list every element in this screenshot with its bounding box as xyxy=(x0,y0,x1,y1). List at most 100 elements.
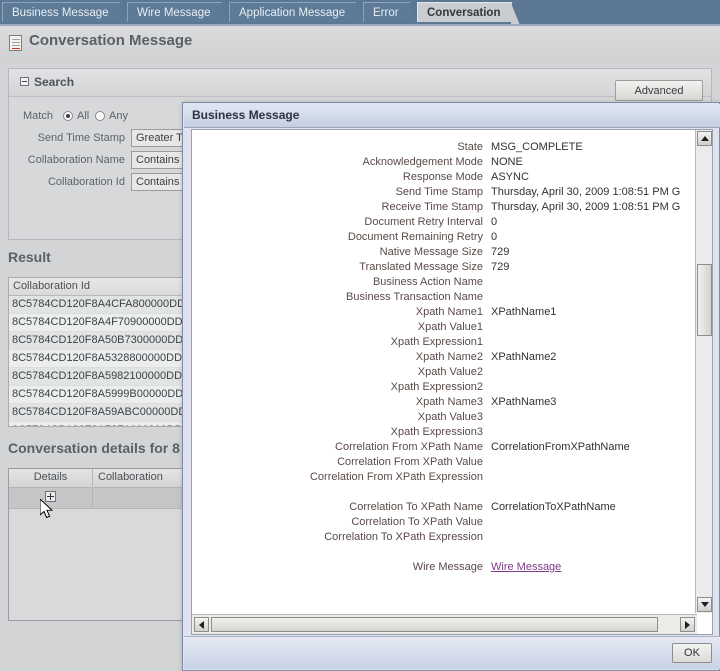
field-label: Xpath Value1 xyxy=(417,321,483,333)
field-value: XPathName1 xyxy=(491,306,557,318)
field-value: CorrelationToXPathName xyxy=(491,501,616,513)
field-label: Correlation From XPath Name xyxy=(335,441,483,453)
radio-any-label: Any xyxy=(109,110,128,122)
dialog-footer: OK xyxy=(184,636,720,669)
tab-label: Conversation xyxy=(427,7,501,19)
field-value: XPathName2 xyxy=(491,351,557,363)
field-label: Send Time Stamp xyxy=(395,186,483,198)
result-row[interactable]: 8C5784CD120F8A5982100000DDAA xyxy=(9,368,193,386)
table-row[interactable] xyxy=(9,488,193,509)
field-label: Translated Message Size xyxy=(359,261,483,273)
field-label: Xpath Expression2 xyxy=(390,381,483,393)
collapse-icon[interactable] xyxy=(20,77,29,86)
result-title: Result xyxy=(8,249,51,265)
match-label: Match xyxy=(23,110,53,122)
triangle-up-icon xyxy=(701,136,709,141)
field-value: CorrelationFromXPathName xyxy=(491,441,630,453)
horizontal-scrollbar-thumb[interactable] xyxy=(211,617,658,632)
result-row[interactable]: 8C5784CD120F8A4F70900000DD95 xyxy=(9,314,193,332)
field-label: Native Message Size xyxy=(379,246,483,258)
result-row[interactable]: 8C5784CD120F8A4CFA800000DD8F xyxy=(9,296,193,314)
conversation-details-header: Details Collaboration Name xyxy=(9,469,193,500)
vertical-scrollbar[interactable] xyxy=(695,130,712,613)
field-label: Xpath Name2 xyxy=(415,351,483,363)
field-label: Response Mode xyxy=(402,171,483,183)
dialog-title-bar: Business Message xyxy=(184,104,720,128)
tab-error[interactable]: Error xyxy=(363,2,418,24)
conversation-details-table: Details Collaboration Name xyxy=(8,468,194,621)
result-row[interactable]: 8C5784CD120F8A50B7300000DD9B xyxy=(9,332,193,350)
result-row[interactable]: 8C5784CD120F8A78F1600000DDB5 xyxy=(9,422,193,426)
vertical-scrollbar-thumb[interactable] xyxy=(697,264,712,336)
field-label: State xyxy=(457,141,483,153)
field-label: Document Remaining Retry xyxy=(347,231,483,243)
tab-conversation[interactable]: Conversation xyxy=(417,2,520,24)
conversation-details-title: Conversation details for 8 xyxy=(8,440,180,456)
field-label: Xpath Name3 xyxy=(415,396,483,408)
tab-label: Business Message xyxy=(12,7,109,19)
business-message-dialog: Business Message State MSG_COMPLETE Acknow… xyxy=(182,102,720,671)
field-value: MSG_COMPLETE xyxy=(491,141,583,153)
horizontal-scrollbar[interactable] xyxy=(192,614,697,634)
result-rows: 8C5784CD120F8A4CFA800000DD8F 8C5784CD120F… xyxy=(9,296,193,426)
tab-slant xyxy=(510,2,520,24)
field-label: Xpath Expression1 xyxy=(390,336,483,348)
field-value: XPathName3 xyxy=(491,396,557,408)
tab-label: Wire Message xyxy=(137,7,211,19)
triangle-left-icon xyxy=(199,621,204,629)
field-label: Correlation To XPath Expression xyxy=(324,531,483,543)
column-header-details[interactable]: Details xyxy=(9,469,93,486)
search-header: Search Advanced xyxy=(9,69,711,101)
field-label: Correlation From XPath Expression xyxy=(309,471,483,483)
radio-any[interactable] xyxy=(95,111,105,121)
field-value: NONE xyxy=(491,156,523,168)
field-label: Xpath Value3 xyxy=(417,411,483,423)
column-header-collaboration-name[interactable]: Collaboration Name xyxy=(94,469,193,500)
field-label: Correlation To XPath Name xyxy=(349,501,483,513)
search-title: Search xyxy=(34,75,75,89)
tab-business-message[interactable]: Business Message xyxy=(2,2,128,24)
field-label: Xpath Expression3 xyxy=(390,426,483,438)
field-list: State MSG_COMPLETE Acknowledgement Mode NON… xyxy=(192,130,681,613)
field-value: 729 xyxy=(491,261,510,273)
field-label: Xpath Value2 xyxy=(417,366,483,378)
ok-button[interactable]: OK xyxy=(672,643,712,663)
field-value: 0 xyxy=(491,231,498,243)
advanced-button[interactable]: Advanced xyxy=(615,80,703,101)
tab-label: Error xyxy=(373,7,399,19)
field-value: ASYNC xyxy=(491,171,529,183)
field-label: Wire Message xyxy=(412,561,483,573)
tab-wire-message[interactable]: Wire Message xyxy=(127,2,230,24)
field-label: Correlation To XPath Value xyxy=(351,516,483,528)
field-value: 729 xyxy=(491,246,510,258)
radio-all-label: All xyxy=(77,110,90,122)
mouse-cursor xyxy=(40,499,54,519)
field-label: Xpath Name1 xyxy=(415,306,483,318)
scroll-right-button[interactable] xyxy=(680,617,695,632)
dialog-title: Business Message xyxy=(192,108,300,122)
field-value-link[interactable]: Wire Message xyxy=(491,560,561,575)
tab-application-message[interactable]: Application Message xyxy=(229,2,365,24)
page-header: Conversation Message xyxy=(0,26,720,62)
send-time-stamp-label: Send Time Stamp xyxy=(37,132,125,144)
scroll-down-button[interactable] xyxy=(697,597,712,612)
field-label: Acknowledgement Mode xyxy=(362,156,483,168)
field-value: Thursday, April 30, 2009 1:08:51 PM GMT-… xyxy=(491,186,681,198)
field-label: Receive Time Stamp xyxy=(381,201,483,213)
tab-label: Application Message xyxy=(239,7,346,19)
page-title: Conversation Message xyxy=(29,32,193,49)
field-label: Document Retry Interval xyxy=(364,216,483,228)
result-row[interactable]: 8C5784CD120F8A5999B00000DDAB xyxy=(9,386,193,404)
scroll-up-button[interactable] xyxy=(697,131,712,146)
collaboration-id-label: Collaboration Id xyxy=(47,176,125,188)
field-label: Business Transaction Name xyxy=(346,291,483,303)
scroll-left-button[interactable] xyxy=(194,617,209,632)
field-label: Business Action Name xyxy=(372,276,483,288)
result-column-header[interactable]: Collaboration Id xyxy=(9,278,193,296)
result-row[interactable]: 8C5784CD120F8A59ABC00000DDAC xyxy=(9,404,193,422)
field-value: 0 xyxy=(491,216,498,228)
field-value: Thursday, April 30, 2009 1:08:51 PM GMT-… xyxy=(491,201,681,213)
result-row[interactable]: 8C5784CD120F8A5328800000DDA0 xyxy=(9,350,193,368)
triangle-right-icon xyxy=(685,621,690,629)
radio-all[interactable] xyxy=(63,111,73,121)
